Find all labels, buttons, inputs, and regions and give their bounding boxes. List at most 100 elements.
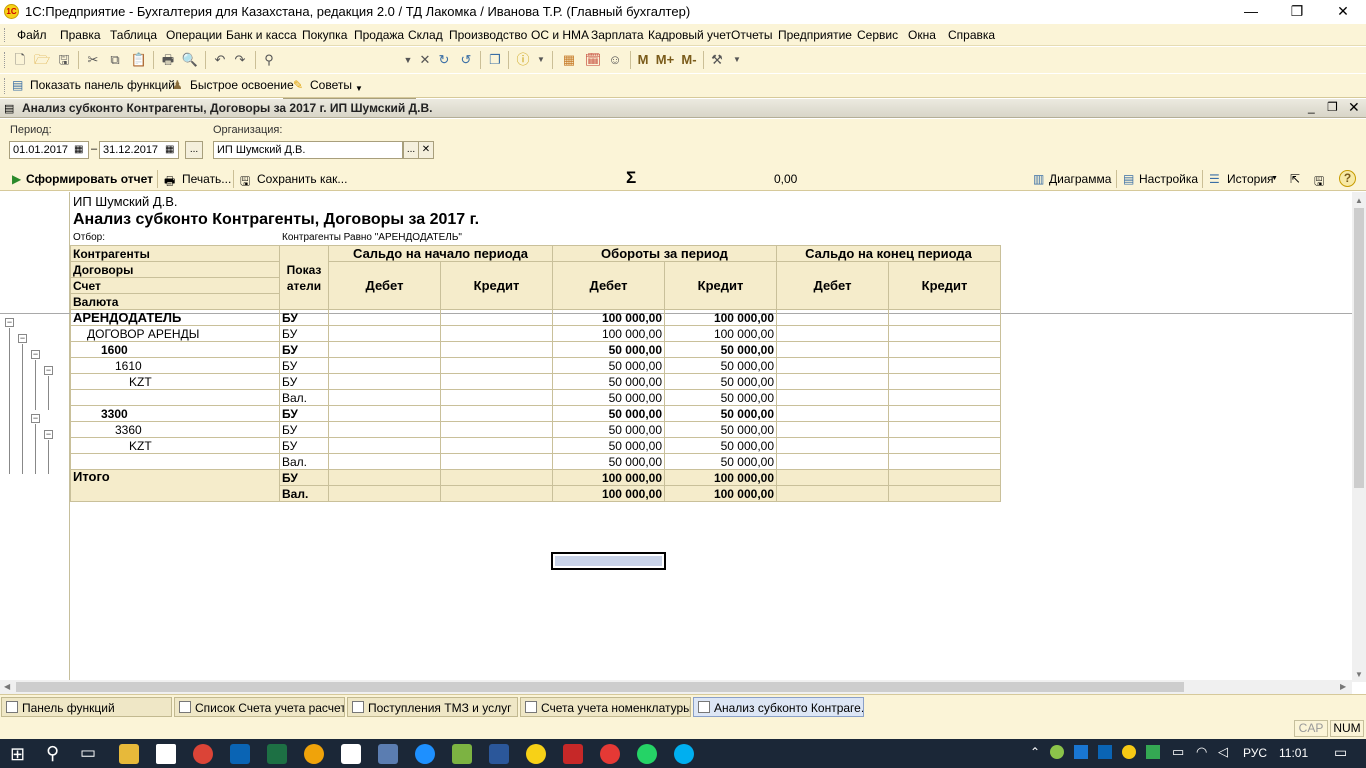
whatsapp-icon[interactable]: [637, 744, 657, 764]
copy-icon[interactable]: ⧉: [106, 51, 124, 69]
menu-windows[interactable]: Окна: [908, 28, 936, 42]
chevron-down-icon[interactable]: ▼: [355, 84, 363, 93]
word-icon[interactable]: [489, 744, 509, 764]
app-icon[interactable]: [563, 744, 583, 764]
tab-function-panel[interactable]: Панель функций: [1, 697, 172, 717]
calendar-icon[interactable]: ▦: [74, 144, 83, 155]
menu-reports[interactable]: Отчеты: [731, 28, 772, 42]
collapse-icon[interactable]: −: [44, 430, 53, 439]
tray-icon[interactable]: [1098, 745, 1112, 759]
store-icon[interactable]: [156, 744, 176, 764]
clock[interactable]: 11:01: [1279, 746, 1308, 760]
menu-bank[interactable]: Банк и касса: [226, 28, 297, 42]
menu-service[interactable]: Сервис: [857, 28, 898, 42]
doc-minimize-button[interactable]: _: [1308, 100, 1315, 114]
table-row[interactable]: 3300 БУ 50 000,00 50 000,00: [70, 405, 1001, 422]
menu-warehouse[interactable]: Склад: [408, 28, 443, 42]
notifications-icon[interactable]: ▭: [1334, 744, 1347, 761]
menu-hr[interactable]: Кадровый учет: [648, 28, 731, 42]
redo-icon[interactable]: ↷: [231, 51, 249, 69]
organization-clear-icon[interactable]: ✕: [418, 141, 434, 159]
collapse-icon[interactable]: −: [31, 414, 40, 423]
tips-button[interactable]: Советы: [310, 78, 352, 92]
battery-icon[interactable]: ▭: [1172, 744, 1184, 760]
volume-icon[interactable]: ◁: [1218, 744, 1228, 760]
save-settings-icon[interactable]: 🖫: [1314, 172, 1324, 193]
menu-fixed-assets[interactable]: ОС и НМА: [531, 28, 589, 42]
tab-subconto-analysis[interactable]: Анализ субконто Контраге...: [693, 697, 864, 717]
tools-icon[interactable]: ⚒: [708, 51, 726, 69]
windows-start-icon[interactable]: ⊞: [10, 744, 25, 765]
paste-icon[interactable]: 📋: [130, 51, 148, 69]
tray-icon[interactable]: [1050, 745, 1064, 759]
print-button[interactable]: Печать...: [182, 172, 231, 186]
menu-operations[interactable]: Операции: [166, 28, 222, 42]
windows-icon[interactable]: ❐: [486, 51, 504, 69]
table-row[interactable]: KZT БУ 50 000,00 50 000,00: [70, 373, 1001, 390]
organization-field[interactable]: ИП Шумский Д.В.: [213, 141, 403, 159]
scroll-thumb[interactable]: [16, 682, 1184, 692]
app-icon[interactable]: [452, 744, 472, 764]
chevron-down-icon[interactable]: ▼: [728, 51, 746, 69]
print-icon[interactable]: 🖶: [159, 51, 177, 69]
table-row[interactable]: 1600 БУ 50 000,00 50 000,00: [70, 341, 1001, 358]
scroll-right-icon[interactable]: ▶: [1340, 682, 1346, 691]
language-indicator[interactable]: РУС: [1243, 746, 1267, 760]
save-as-button[interactable]: Сохранить как...: [257, 172, 347, 186]
maximize-button[interactable]: ❐: [1274, 0, 1320, 24]
period-select-button[interactable]: ...: [185, 141, 203, 159]
menu-table[interactable]: Таблица: [110, 28, 157, 42]
menu-enterprise[interactable]: Предприятие: [778, 28, 852, 42]
vertical-scrollbar[interactable]: ▲ ▼: [1352, 192, 1366, 682]
print-preview-icon[interactable]: 🔍: [181, 51, 199, 69]
chrome-icon[interactable]: [193, 744, 213, 764]
organization-select-button[interactable]: ...: [403, 141, 419, 159]
app-icon[interactable]: [378, 744, 398, 764]
chevron-down-icon[interactable]: ▼: [1271, 175, 1278, 182]
tab-accounts-list[interactable]: Список Счета учета расчет...: [174, 697, 345, 717]
outlook-icon[interactable]: [230, 744, 250, 764]
clear-search-icon[interactable]: ✕: [416, 51, 434, 69]
task-view-icon[interactable]: ▭: [80, 743, 96, 763]
tab-item-accounts[interactable]: Счета учета номенклатуры: [520, 697, 691, 717]
find-prev-icon[interactable]: ↺: [457, 51, 475, 69]
app-icon[interactable]: [600, 744, 620, 764]
tray-icon[interactable]: [1074, 745, 1088, 759]
scroll-left-icon[interactable]: ◀: [4, 682, 10, 691]
file-explorer-icon[interactable]: [119, 744, 139, 764]
settings-button[interactable]: Настройка: [1139, 172, 1198, 186]
quick-learn-button[interactable]: Быстрое освоение: [190, 78, 294, 92]
show-hidden-icons-icon[interactable]: ⌃: [1030, 745, 1040, 759]
doc-maximize-button[interactable]: ❐: [1327, 100, 1338, 114]
chevron-down-icon[interactable]: ▼: [399, 51, 417, 69]
doc-close-button[interactable]: ✕: [1348, 99, 1360, 116]
active-cell-cursor[interactable]: [551, 552, 666, 570]
calendar-icon[interactable]: 🗓: [584, 51, 602, 69]
open-folder-icon[interactable]: 🗁: [33, 51, 51, 69]
table-row[interactable]: 1610 БУ 50 000,00 50 000,00: [70, 357, 1001, 374]
search-icon[interactable]: ⚲: [260, 51, 278, 69]
close-button[interactable]: ✕: [1320, 0, 1366, 24]
history-button[interactable]: История: [1227, 172, 1274, 186]
menu-file[interactable]: Файл: [17, 28, 47, 42]
generate-report-button[interactable]: Сформировать отчет: [26, 172, 153, 186]
calculator-icon[interactable]: ▦: [560, 51, 578, 69]
menu-edit[interactable]: Правка: [60, 28, 101, 42]
search-icon[interactable]: ⚲: [46, 743, 59, 764]
cut-icon[interactable]: ✂: [84, 51, 102, 69]
calculator-icon[interactable]: [341, 744, 361, 764]
save-icon[interactable]: 🖫: [55, 51, 73, 69]
1c-app-icon[interactable]: [526, 744, 546, 764]
skype-icon[interactable]: [674, 744, 694, 764]
export-icon[interactable]: ⇱: [1290, 172, 1300, 186]
info-icon[interactable]: ⓘ: [514, 51, 532, 69]
table-row[interactable]: KZT БУ 50 000,00 50 000,00: [70, 437, 1001, 454]
show-function-panel-button[interactable]: Показать панель функций: [30, 78, 175, 92]
collapse-icon[interactable]: −: [44, 366, 53, 375]
undo-icon[interactable]: ↶: [211, 51, 229, 69]
tray-icon[interactable]: [1122, 745, 1136, 759]
chevron-down-icon[interactable]: ▼: [532, 51, 550, 69]
app-icon[interactable]: [304, 744, 324, 764]
table-row[interactable]: Вал. 50 000,00 50 000,00: [70, 453, 1001, 470]
minimize-button[interactable]: —: [1228, 0, 1274, 24]
